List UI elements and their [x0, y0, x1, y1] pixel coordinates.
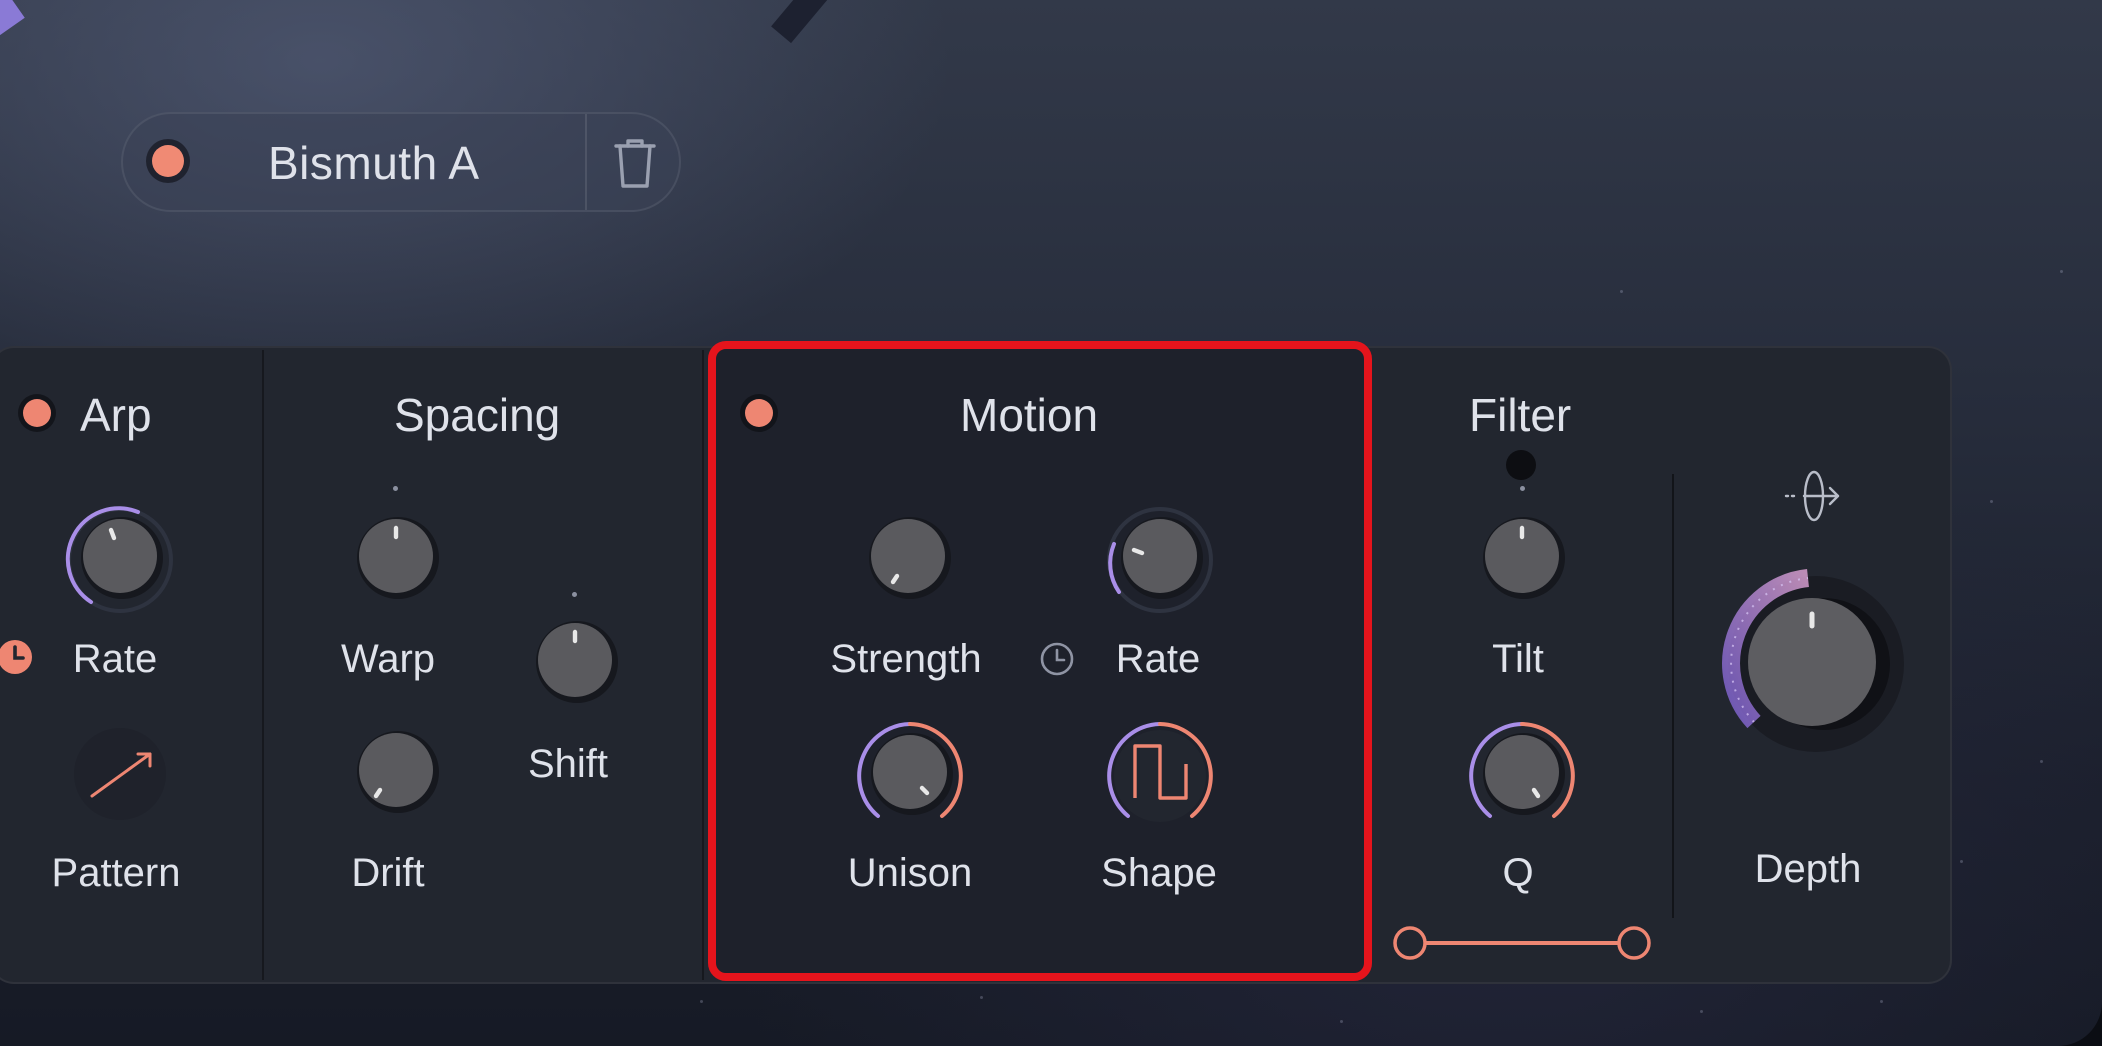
- tilt-center-tick: [1520, 486, 1525, 491]
- motion-unison-label: Unison: [847, 851, 973, 895]
- filter-indicator: [1506, 450, 1536, 480]
- motion-strength-label: Strength: [830, 637, 982, 681]
- preset-selector[interactable]: Bismuth A: [121, 112, 681, 212]
- top-edge-shape: [771, 0, 831, 44]
- filter-tilt-knob[interactable]: [1462, 500, 1582, 620]
- motion-rate-knob[interactable]: [1100, 500, 1220, 620]
- shift-label: Shift: [527, 742, 609, 786]
- arp-title: Arp: [80, 389, 152, 441]
- motion-power-toggle[interactable]: [745, 399, 773, 427]
- filter-title: Filter: [1469, 389, 1572, 441]
- arp-rate-label: Rate: [72, 637, 158, 681]
- motion-unison-knob[interactable]: [850, 716, 970, 836]
- filter-range-slider[interactable]: [1388, 918, 1668, 968]
- square-wave-icon[interactable]: [1100, 716, 1220, 836]
- motion-strength-knob[interactable]: [848, 500, 968, 620]
- motion-rate-label: Rate: [1115, 637, 1201, 681]
- top-left-edge-shape: [0, 0, 25, 35]
- arp-pattern-label: Pattern: [51, 851, 181, 895]
- spacing-title: Spacing: [394, 389, 561, 441]
- shift-knob[interactable]: [515, 604, 635, 724]
- preset-name[interactable]: Bismuth A: [268, 136, 480, 190]
- preset-divider: [585, 114, 587, 210]
- arp-pattern-button[interactable]: [70, 724, 170, 824]
- clock-icon[interactable]: [1038, 640, 1076, 678]
- preset-power-toggle[interactable]: [152, 145, 184, 177]
- divider-arp-spacing: [262, 350, 264, 980]
- depth-knob[interactable]: [1716, 564, 1916, 764]
- drift-knob[interactable]: [336, 714, 456, 834]
- shift-center-tick: [572, 592, 577, 597]
- filter-tilt-label: Tilt: [1492, 637, 1544, 681]
- warp-center-tick: [393, 486, 398, 491]
- clock-icon[interactable]: [0, 638, 34, 676]
- app-canvas: Bismuth A Arp Rate Pattern Spacing Warp …: [0, 0, 2102, 1046]
- arp-power-toggle[interactable]: [23, 399, 51, 427]
- warp-knob[interactable]: [336, 500, 456, 620]
- filter-q-knob[interactable]: [1462, 716, 1582, 836]
- drift-label: Drift: [351, 851, 425, 895]
- output-route-icon[interactable]: [1784, 468, 1844, 524]
- depth-label: Depth: [1754, 847, 1862, 891]
- divider-spacing-motion: [702, 350, 704, 980]
- trash-icon[interactable]: [610, 136, 660, 190]
- divider-filter-depth: [1672, 474, 1674, 918]
- motion-title: Motion: [960, 389, 1099, 441]
- warp-label: Warp: [340, 637, 436, 681]
- motion-shape-label: Shape: [1101, 851, 1217, 895]
- arp-rate-knob[interactable]: [60, 500, 180, 620]
- filter-q-label: Q: [1502, 851, 1534, 895]
